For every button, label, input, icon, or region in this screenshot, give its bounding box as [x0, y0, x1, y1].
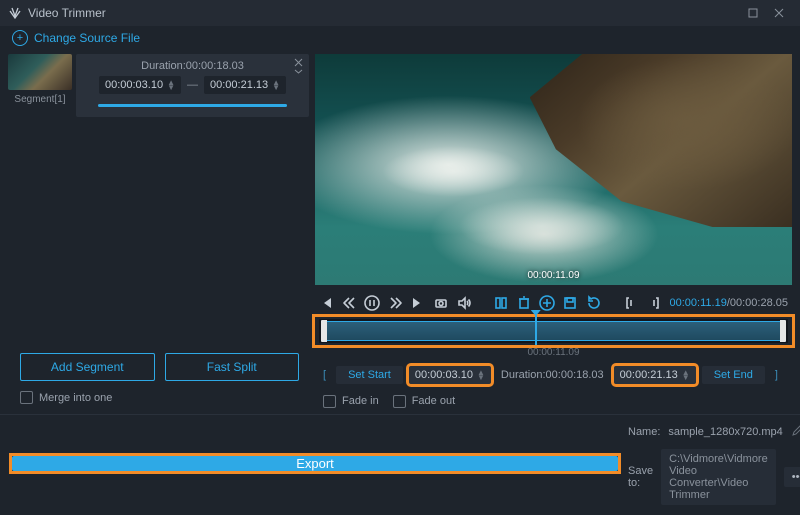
fade-out-label: Fade out	[412, 395, 455, 407]
step-back-icon[interactable]	[342, 294, 357, 312]
play-pause-icon[interactable]	[364, 294, 380, 312]
more-path-button[interactable]: •••	[784, 467, 800, 487]
thumbnail-image	[8, 54, 72, 90]
trim-start-time[interactable]: 00:00:03.10▲▼	[409, 366, 491, 384]
step-forward-icon[interactable]	[388, 294, 403, 312]
bracket-close: ]	[771, 369, 782, 381]
edit-name-icon[interactable]	[791, 425, 800, 440]
main-area: Segment[1] Duration:00:00:18.03 00:00:03…	[0, 50, 800, 414]
fast-split-button[interactable]: Fast Split	[165, 353, 300, 381]
app-root: Video Trimmer + Change Source File Segme…	[0, 0, 800, 515]
timeline[interactable]	[319, 319, 788, 343]
time-separator: —	[187, 79, 198, 91]
titlebar: Video Trimmer	[0, 0, 800, 26]
name-label: Name:	[628, 426, 660, 438]
add-source-icon[interactable]: +	[12, 30, 28, 46]
maximize-button[interactable]	[740, 0, 766, 26]
add-marker-icon[interactable]	[539, 294, 555, 312]
save-segment-icon[interactable]	[563, 294, 578, 312]
prev-segment-icon[interactable]	[319, 294, 334, 312]
close-button[interactable]	[766, 0, 792, 26]
segment-controls: Duration:00:00:18.03 00:00:03.10▲▼ — 00:…	[76, 54, 309, 117]
video-preview[interactable]: 00:00:11.09	[315, 54, 792, 285]
reset-icon[interactable]	[586, 294, 602, 312]
bracket-out-icon[interactable]	[647, 294, 662, 312]
fade-row: Fade in Fade out	[315, 388, 792, 414]
copy-segment-icon[interactable]	[494, 294, 509, 312]
segment-start-time[interactable]: 00:00:03.10▲▼	[99, 76, 181, 94]
save-label: Save to:	[628, 465, 653, 489]
set-end-button[interactable]: Set End	[702, 366, 765, 384]
timeline-selection	[321, 321, 786, 341]
set-start-button[interactable]: Set Start	[336, 366, 403, 384]
volume-icon[interactable]	[456, 294, 471, 312]
preview-timecode: 00:00:11.09	[527, 270, 579, 281]
fade-in-label: Fade in	[342, 395, 379, 407]
app-logo-icon	[8, 6, 22, 20]
bracket-open: [	[319, 369, 330, 381]
delete-segment-icon[interactable]	[516, 294, 531, 312]
player-controls: 00:00:11.19/00:00:28.05	[315, 289, 792, 317]
left-action-buttons: Add Segment Fast Split	[4, 353, 315, 381]
segment-label: Segment[1]	[14, 94, 65, 105]
bottom-bar: Name: sample_1280x720.mp4 Output: Auto;2…	[0, 414, 800, 515]
name-value: sample_1280x720.mp4	[668, 426, 782, 438]
bottom-row-2: Save to: C:\Vidmore\Vidmore Video Conver…	[628, 449, 788, 505]
snapshot-icon[interactable]	[434, 294, 449, 312]
merge-row: Merge into one	[4, 391, 315, 414]
trim-row: [ Set Start 00:00:03.10▲▼ Duration:00:00…	[315, 358, 792, 388]
merge-label: Merge into one	[39, 392, 112, 404]
export-highlight: Export	[12, 456, 618, 471]
add-segment-button[interactable]: Add Segment	[20, 353, 155, 381]
stepper-icon[interactable]: ▲▼	[167, 80, 175, 90]
playback-time: 00:00:11.19/00:00:28.05	[670, 297, 788, 309]
app-title: Video Trimmer	[28, 6, 106, 20]
change-source-link[interactable]: Change Source File	[34, 31, 140, 45]
next-segment-icon[interactable]	[411, 294, 426, 312]
fade-out-checkbox[interactable]	[393, 395, 406, 408]
timeline-time-label: 00:00:11.09	[315, 347, 792, 358]
segment-duration: Duration:00:00:18.03	[84, 60, 301, 72]
top-toolbar: + Change Source File	[0, 26, 800, 50]
timeline-highlight	[315, 317, 792, 345]
right-panel: 00:00:11.09 00:00:11.1	[315, 50, 800, 414]
stepper-icon[interactable]: ▲▼	[477, 370, 485, 380]
trim-duration: Duration:00:00:18.03	[497, 369, 608, 381]
timeline-handle-left[interactable]	[321, 320, 327, 342]
fade-in-checkbox[interactable]	[323, 395, 336, 408]
trim-end-time[interactable]: 00:00:21.13▲▼	[614, 366, 696, 384]
segment-progress	[98, 104, 287, 107]
stepper-icon[interactable]: ▲▼	[272, 80, 280, 90]
merge-checkbox[interactable]	[20, 391, 33, 404]
stepper-icon[interactable]: ▲▼	[682, 370, 690, 380]
left-panel: Segment[1] Duration:00:00:18.03 00:00:03…	[0, 50, 315, 414]
timeline-handle-right[interactable]	[780, 320, 786, 342]
segment-thumbnail[interactable]: Segment[1]	[4, 54, 76, 117]
segment-row: Segment[1] Duration:00:00:18.03 00:00:03…	[4, 54, 315, 117]
save-path: C:\Vidmore\Vidmore Video Converter\Video…	[661, 449, 776, 505]
bracket-in-icon[interactable]	[624, 294, 639, 312]
export-button[interactable]: Export	[12, 456, 618, 471]
segment-end-time[interactable]: 00:00:21.13▲▼	[204, 76, 286, 94]
segment-close-icon[interactable]	[294, 58, 303, 75]
timeline-playhead[interactable]	[535, 315, 537, 345]
bottom-row-1: Name: sample_1280x720.mp4 Output: Auto;2…	[628, 421, 788, 443]
